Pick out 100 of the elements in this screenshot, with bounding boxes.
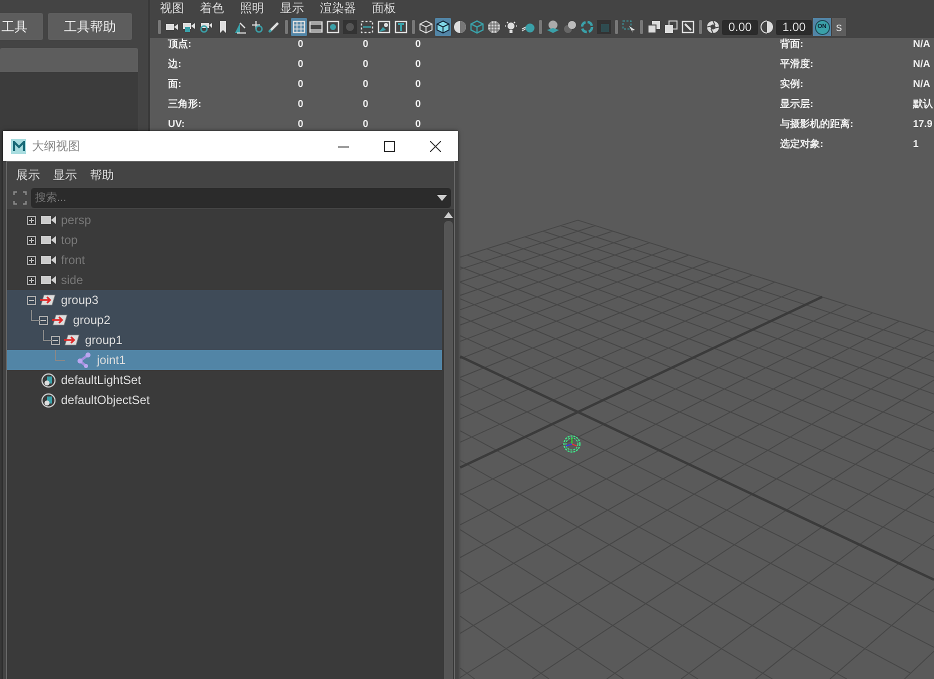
stat-value: 0 — [362, 78, 370, 92]
node-label: defaultLightSet — [61, 373, 142, 387]
set-icon — [40, 392, 56, 408]
stat-value: 0 — [296, 98, 304, 112]
sphere-stack-icon — [546, 20, 560, 34]
menu-item[interactable]: 视图 — [160, 2, 200, 14]
stat-value: 0 — [296, 118, 304, 132]
dark-square-icon — [597, 20, 611, 34]
stat-label: 实例: — [780, 78, 804, 92]
toolbar-button[interactable] — [359, 18, 375, 36]
outliner-row[interactable]: group2 — [7, 310, 442, 330]
half-sphere-icon — [453, 20, 467, 34]
stat-value: 0 — [296, 38, 304, 52]
toolbar-button[interactable] — [705, 18, 721, 36]
stat-value: 0 — [414, 58, 422, 72]
toolbar-button[interactable] — [663, 18, 679, 36]
toolbar-button[interactable] — [562, 18, 578, 36]
plane-icon — [233, 20, 247, 34]
number-field[interactable]: 1.00 — [776, 20, 812, 34]
toolbar-button[interactable] — [418, 18, 434, 36]
grid-icon — [292, 20, 306, 34]
node-label: defaultObjectSet — [61, 393, 150, 407]
stat-label: 背面: — [780, 38, 804, 52]
node-label: front — [61, 253, 86, 267]
tool-button[interactable]: 工具 — [0, 13, 43, 40]
stat-label: 边: — [168, 58, 182, 72]
dropdown-icon[interactable] — [437, 195, 447, 201]
number-field[interactable]: 0.00 — [722, 20, 758, 34]
set-icon — [40, 372, 56, 388]
app-logo-icon — [11, 138, 26, 154]
close-icon — [430, 140, 440, 152]
node-label: group2 — [73, 313, 110, 327]
menu-item[interactable]: 显示 — [53, 167, 77, 187]
stat-value: 17.9 — [913, 118, 934, 132]
stat-value: N/A — [913, 58, 932, 72]
stat-value: N/A — [913, 78, 932, 92]
toolbar-button[interactable] — [435, 18, 451, 36]
square2-icon — [664, 20, 678, 34]
toolbar-button[interactable] — [325, 18, 341, 36]
expand-icon[interactable] — [27, 276, 36, 284]
collapse-icon[interactable] — [39, 316, 48, 324]
ring-icon — [580, 20, 594, 34]
toolbar-button[interactable] — [680, 18, 696, 36]
toolbar-button[interactable] — [452, 18, 468, 36]
outliner-row[interactable]: group3 — [7, 290, 442, 310]
tree-line — [43, 330, 53, 341]
outliner-row[interactable]: defaultLightSet — [7, 370, 442, 390]
outliner-row[interactable]: group1 — [7, 330, 442, 350]
menu-item[interactable]: 显示 — [280, 2, 320, 14]
toolbar-button[interactable]: s — [832, 18, 846, 36]
outliner-row[interactable]: defaultObjectSet — [7, 390, 442, 410]
camera-icon — [40, 235, 56, 245]
collapse-icon[interactable] — [27, 296, 36, 304]
toolbar-button[interactable] — [545, 18, 561, 36]
expand-icon[interactable] — [27, 216, 36, 224]
frame-icon[interactable] — [13, 191, 27, 205]
expand-icon[interactable] — [27, 256, 36, 264]
joint-icon — [77, 352, 91, 368]
menu-item[interactable]: 面板 — [372, 2, 412, 14]
stat-value: 默认 — [913, 98, 934, 112]
pen-icon — [267, 20, 281, 34]
film-icon — [309, 20, 323, 34]
search-field[interactable]: 搜索... — [31, 188, 451, 208]
toolbar-button[interactable] — [393, 18, 409, 36]
menu-item[interactable]: 渲染器 — [320, 2, 372, 14]
tool-button[interactable]: 工具帮助 — [48, 13, 132, 40]
menu-item[interactable]: 帮助 — [90, 167, 114, 187]
stat-label: 面: — [168, 78, 182, 92]
stat-value: 0 — [414, 118, 422, 132]
node-label: group3 — [61, 293, 98, 307]
move-icon — [250, 20, 264, 34]
menu-item[interactable]: 照明 — [240, 2, 280, 14]
cube-outline-icon — [470, 20, 484, 34]
bulb-icon — [504, 20, 518, 34]
frame-icon — [360, 20, 374, 34]
scrollbar[interactable] — [442, 209, 454, 679]
toolbar-button[interactable] — [486, 18, 502, 36]
pen-box-icon — [681, 20, 695, 34]
select-icon — [622, 20, 636, 34]
menu-item[interactable]: 着色 — [200, 2, 240, 14]
toolbar-button[interactable] — [759, 18, 775, 36]
collapse-icon[interactable] — [51, 336, 60, 344]
expand-icon[interactable] — [27, 236, 36, 244]
scroll-up-icon[interactable] — [444, 212, 452, 218]
joint-icon[interactable] — [563, 435, 581, 453]
toolbar-button[interactable] — [376, 18, 392, 36]
camera-icon — [40, 255, 56, 265]
stat-value: 1 — [913, 138, 920, 152]
node-label: group1 — [85, 333, 122, 347]
aperture-icon — [706, 20, 720, 34]
stat-value: 0 — [362, 58, 370, 72]
camera-icon — [40, 275, 56, 285]
stat-value: 0 — [362, 98, 370, 112]
menu-item[interactable]: 展示 — [16, 167, 40, 187]
group-icon — [40, 294, 56, 306]
stat-label: 与摄影机的距离: — [780, 118, 854, 132]
group-icon — [64, 334, 80, 346]
maximize-icon — [384, 140, 394, 152]
node-label: persp — [61, 213, 92, 227]
camera-lock-icon — [182, 20, 196, 34]
